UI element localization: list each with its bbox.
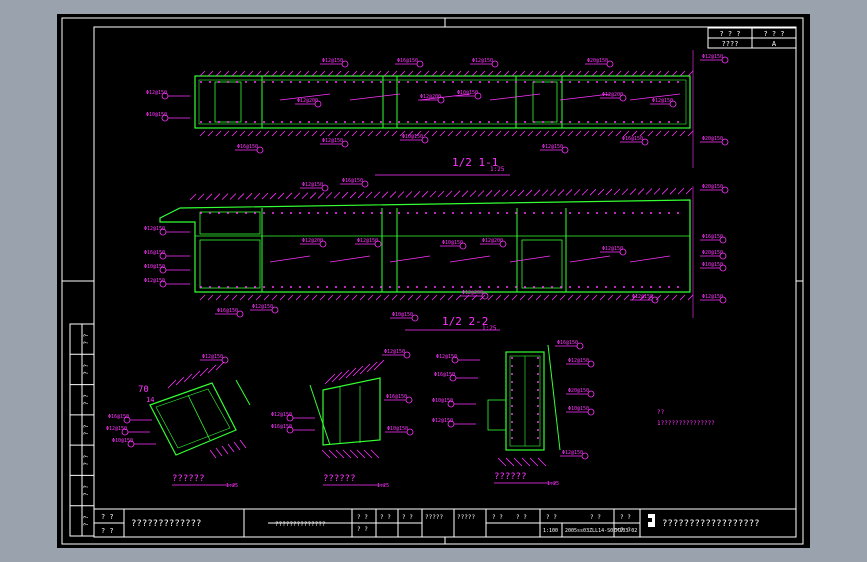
section1-scale: 1:25: [490, 166, 505, 173]
rebar-label: Φ16@150: [237, 144, 258, 150]
rebar-label: Φ12@150: [384, 349, 405, 355]
tb-h4: ? ?: [590, 514, 601, 521]
tb-sign1: ? ?: [357, 514, 368, 521]
rebar-label: Φ20@150: [702, 136, 723, 142]
rebar-label: Φ12@150: [472, 58, 493, 64]
detail3-title: ??????: [494, 472, 527, 482]
side-strip-cell: ? ?: [83, 485, 90, 496]
rebar-label: Φ12@150: [568, 358, 589, 364]
tb-h3: ? ?: [546, 514, 557, 521]
detail1-dim: 70: [138, 385, 149, 395]
rebar-label: Φ12@150: [562, 450, 583, 456]
tb-h2: ? ?: [516, 514, 527, 521]
side-strip-cell: ? ?: [83, 424, 90, 435]
tb-drawing-title: ??????????????????: [662, 519, 760, 529]
tb-h1: ? ?: [492, 514, 503, 521]
rebar-label: Φ10@150: [402, 134, 423, 140]
tb-sign3: ? ?: [380, 514, 391, 521]
rebar-label: Φ16@150: [397, 58, 418, 64]
rebar-label: Φ16@150: [217, 308, 238, 314]
tb-sign4: ? ?: [402, 514, 413, 521]
detail1-title: ??????: [172, 474, 205, 484]
rebar-label: Φ20@150: [568, 388, 589, 394]
tb-c1-r2: ? ?: [101, 527, 114, 535]
rebar-label: Φ12@150: [252, 304, 273, 310]
tb-project: ?????????????: [131, 519, 201, 529]
detail2-title: ??????: [323, 474, 356, 484]
rebar-label: Φ12@150: [202, 354, 223, 360]
tbt-r2c1: ????: [722, 40, 739, 48]
tb-subtitle: ??????????????: [275, 521, 326, 528]
rebar-label: Φ12@150: [302, 182, 323, 188]
rebar-label: Φ10@150: [387, 426, 408, 432]
tbt-r1c2: ? ? ?: [763, 30, 784, 38]
note-text: 1???????????????: [657, 420, 715, 427]
side-strip-cell: ? ?: [83, 394, 90, 405]
rebar-label: Φ12@150: [632, 294, 653, 300]
side-strip-cell: ? ?: [83, 454, 90, 465]
rebar-label: Φ16@150: [386, 394, 407, 400]
tb-sign2: ? ?: [357, 526, 368, 533]
rebar-label: Φ16@150: [622, 136, 643, 142]
side-strip-cell: ? ?: [83, 333, 90, 344]
tb-box2: ?????: [457, 514, 475, 521]
tbt-r1c1: ? ? ?: [719, 30, 740, 38]
rebar-label: Φ12@150: [702, 54, 723, 60]
tb-c1-r1: ? ?: [101, 513, 114, 521]
section2-scale: 1:25: [482, 325, 497, 332]
detail2-scale: 1:25: [377, 483, 389, 489]
rebar-label: Φ12@150: [322, 58, 343, 64]
tb-scale: 1:100: [543, 528, 558, 534]
rebar-label: Φ20@150: [702, 184, 723, 190]
tb-box1: ?????: [425, 514, 443, 521]
detail1-dim2: 14: [146, 396, 154, 404]
rebar-label: Φ12@150: [542, 144, 563, 150]
rebar-label: Φ10@150: [568, 406, 589, 412]
tb-date: ? ?: [620, 527, 631, 534]
rebar-label: Φ10@150: [392, 312, 413, 318]
tb-h5: ? ?: [620, 514, 631, 521]
side-strip-cell: ? ?: [83, 364, 90, 375]
detail1-scale: 1:25: [226, 483, 238, 489]
rebar-label: Φ12@150: [322, 138, 343, 144]
cad-viewport[interactable]: ? ? ? ? ? ? ???? A ? ?? ?? ?? ?? ?? ?? ?…: [0, 0, 867, 562]
rebar-label: Φ16@150: [557, 340, 578, 346]
rebar-label: Φ20@150: [587, 58, 608, 64]
note-heading: ??: [657, 409, 665, 416]
side-strip-cell: ? ?: [83, 515, 90, 526]
rebar-label: Φ16@150: [342, 178, 363, 184]
rebar-label: Φ12@200: [462, 290, 483, 296]
detail3-scale: 1:25: [547, 481, 559, 487]
